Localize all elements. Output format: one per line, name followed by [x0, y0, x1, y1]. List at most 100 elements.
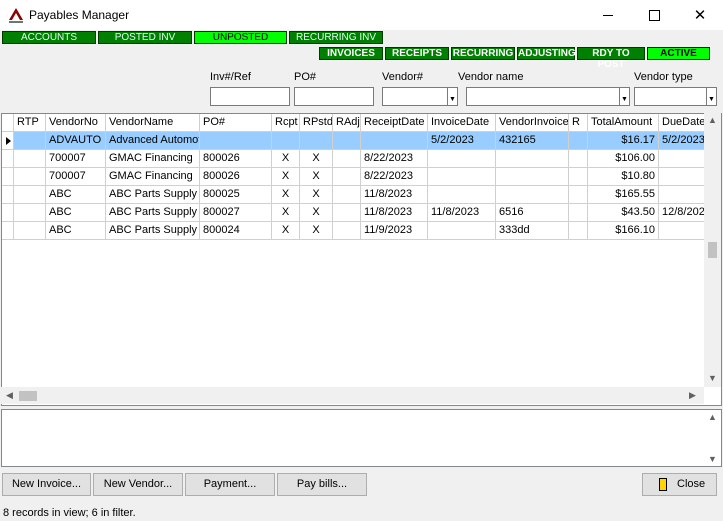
cell-radj[interactable] — [333, 150, 361, 168]
payables-grid[interactable]: RTP VendorNo VendorName PO# Rcpt RPstd R… — [1, 113, 722, 406]
header-invoicedate[interactable]: InvoiceDate — [428, 114, 496, 132]
cell-vendorno[interactable]: 700007 — [46, 168, 106, 186]
filter-po-input[interactable] — [294, 87, 374, 106]
cell-vendorname[interactable]: Advanced Automotive — [106, 132, 200, 150]
header-rcpt[interactable]: Rcpt — [272, 114, 300, 132]
cell-r[interactable] — [569, 204, 588, 222]
tab-unposted[interactable]: UNPOSTED — [194, 31, 287, 44]
minimize-button[interactable] — [585, 0, 631, 30]
tab-active[interactable]: ACTIVE — [647, 47, 710, 60]
tab-posted-inv[interactable]: POSTED INV — [98, 31, 192, 44]
cell-r[interactable] — [569, 222, 588, 240]
cell-r[interactable] — [569, 168, 588, 186]
cell-invoicedate[interactable]: 11/8/2023 — [428, 204, 496, 222]
cell-invoicedate[interactable] — [428, 222, 496, 240]
table-row[interactable]: ABC ABC Parts Supply 800025 X X 11/8/202… — [2, 186, 719, 204]
cell-r[interactable] — [569, 150, 588, 168]
cell-vendorinvoice[interactable] — [496, 150, 569, 168]
cell-vendorinvoice[interactable] — [496, 186, 569, 204]
table-row[interactable]: ADVAUTO Advanced Automotive 5/2/2023 432… — [2, 132, 719, 150]
new-invoice-button[interactable]: New Invoice... — [2, 473, 91, 496]
cell-rcpt[interactable]: X — [272, 150, 300, 168]
cell-po[interactable]: 800026 — [200, 150, 272, 168]
cell-totalamount[interactable]: $10.80 — [588, 168, 659, 186]
cell-vendorno[interactable]: ABC — [46, 186, 106, 204]
cell-rpstd[interactable] — [300, 132, 333, 150]
cell-receiptdate[interactable]: 11/9/2023 — [361, 222, 428, 240]
filter-vendor-type-dropdown[interactable]: ▼ — [706, 87, 717, 106]
cell-po[interactable]: 800027 — [200, 204, 272, 222]
cell-vendorname[interactable]: ABC Parts Supply — [106, 222, 200, 240]
cell-vendorno[interactable]: ABC — [46, 222, 106, 240]
payment-button[interactable]: Payment... — [185, 473, 275, 496]
cell-rpstd[interactable]: X — [300, 204, 333, 222]
cell-rpstd[interactable]: X — [300, 150, 333, 168]
cell-po[interactable]: 800026 — [200, 168, 272, 186]
cell-rpstd[interactable]: X — [300, 222, 333, 240]
cell-vendorinvoice[interactable]: 333dd — [496, 222, 569, 240]
cell-receiptdate[interactable] — [361, 132, 428, 150]
notes-area[interactable]: ▲ ▼ — [1, 409, 722, 467]
tab-recurring[interactable]: RECURRING — [451, 47, 515, 60]
cell-vendorname[interactable]: GMAC Financing — [106, 168, 200, 186]
cell-vendorno[interactable]: ADVAUTO — [46, 132, 106, 150]
header-rtp[interactable]: RTP — [14, 114, 46, 132]
scroll-right-icon[interactable]: ▶ — [689, 390, 696, 401]
filter-vendor-input[interactable] — [382, 87, 448, 106]
cell-rcpt[interactable] — [272, 132, 300, 150]
cell-totalamount[interactable]: $165.55 — [588, 186, 659, 204]
cell-radj[interactable] — [333, 168, 361, 186]
notes-scroll-up-icon[interactable]: ▲ — [708, 412, 717, 422]
filter-vendor-dropdown[interactable]: ▼ — [447, 87, 458, 106]
cell-r[interactable] — [569, 132, 588, 150]
cell-rtp[interactable] — [14, 168, 46, 186]
close-window-button[interactable]: ✕ — [677, 0, 723, 30]
header-po[interactable]: PO# — [200, 114, 272, 132]
cell-radj[interactable] — [333, 204, 361, 222]
cell-vendorinvoice[interactable]: 6516 — [496, 204, 569, 222]
cell-totalamount[interactable]: $106.00 — [588, 150, 659, 168]
vertical-scroll-thumb[interactable] — [708, 242, 717, 258]
cell-vendorno[interactable]: 700007 — [46, 150, 106, 168]
cell-vendorinvoice[interactable]: 432165 — [496, 132, 569, 150]
cell-vendorinvoice[interactable] — [496, 168, 569, 186]
cell-rtp[interactable] — [14, 186, 46, 204]
filter-vendor-type-input[interactable] — [634, 87, 707, 106]
filter-vendor-name-input[interactable] — [466, 87, 620, 106]
cell-po[interactable] — [200, 132, 272, 150]
cell-receiptdate[interactable]: 8/22/2023 — [361, 150, 428, 168]
cell-totalamount[interactable]: $16.17 — [588, 132, 659, 150]
table-row[interactable]: 700007 GMAC Financing 800026 X X 8/22/20… — [2, 150, 719, 168]
cell-vendorname[interactable]: GMAC Financing — [106, 150, 200, 168]
cell-rtp[interactable] — [14, 222, 46, 240]
cell-r[interactable] — [569, 186, 588, 204]
tab-recurring-inv[interactable]: RECURRING INV — [289, 31, 383, 44]
close-button[interactable]: Close — [642, 473, 717, 496]
scroll-down-icon[interactable]: ▼ — [708, 373, 717, 383]
cell-receiptdate[interactable]: 8/22/2023 — [361, 168, 428, 186]
header-vendorname[interactable]: VendorName — [106, 114, 200, 132]
cell-totalamount[interactable]: $43.50 — [588, 204, 659, 222]
table-row[interactable]: ABC ABC Parts Supply 800027 X X 11/8/202… — [2, 204, 719, 222]
header-vendorinvoice[interactable]: VendorInvoice — [496, 114, 569, 132]
scroll-left-icon[interactable]: ◀ — [6, 390, 13, 401]
horizontal-scrollbar[interactable]: ◀ ▶ — [1, 387, 704, 404]
cell-vendorname[interactable]: ABC Parts Supply — [106, 186, 200, 204]
cell-invoicedate[interactable] — [428, 168, 496, 186]
tab-adjusting[interactable]: ADJUSTING — [517, 47, 576, 60]
cell-receiptdate[interactable]: 11/8/2023 — [361, 204, 428, 222]
cell-rcpt[interactable]: X — [272, 186, 300, 204]
filter-inv-ref-input[interactable] — [210, 87, 290, 106]
table-row[interactable]: ABC ABC Parts Supply 800024 X X 11/9/202… — [2, 222, 719, 240]
cell-radj[interactable] — [333, 186, 361, 204]
filter-vendor-name-dropdown[interactable]: ▼ — [619, 87, 630, 106]
vertical-scrollbar[interactable]: ▲ ▼ — [704, 113, 721, 387]
table-row[interactable]: 700007 GMAC Financing 800026 X X 8/22/20… — [2, 168, 719, 186]
header-r[interactable]: R — [569, 114, 588, 132]
cell-rtp[interactable] — [14, 132, 46, 150]
cell-invoicedate[interactable]: 5/2/2023 — [428, 132, 496, 150]
cell-radj[interactable] — [333, 132, 361, 150]
tab-accounts[interactable]: ACCOUNTS — [2, 31, 96, 44]
cell-invoicedate[interactable] — [428, 150, 496, 168]
cell-receiptdate[interactable]: 11/8/2023 — [361, 186, 428, 204]
